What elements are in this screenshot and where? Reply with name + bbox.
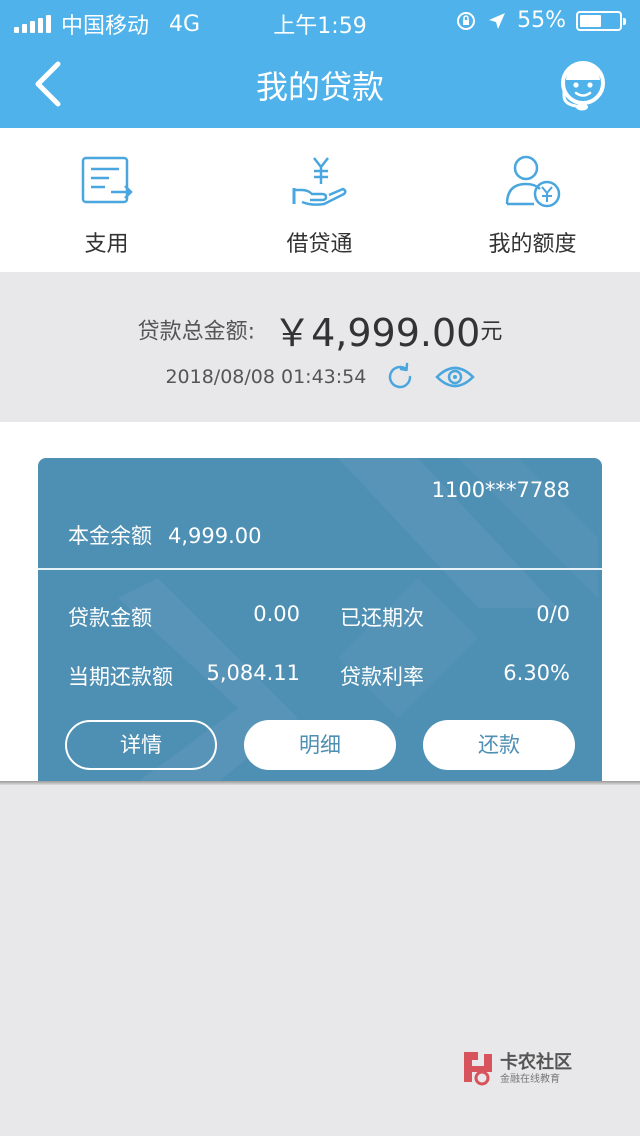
interest-rate-value: 6.30% — [503, 661, 570, 685]
eye-icon[interactable] — [434, 363, 475, 391]
repaid-periods-value: 0/0 — [536, 602, 570, 626]
current-payment-label: 当期还款额 — [68, 665, 173, 689]
details-button[interactable]: 详情 — [65, 720, 217, 770]
total-amount: ￥4,999.00 — [273, 311, 481, 355]
quick-action-drawdown[interactable]: 支用 — [0, 128, 213, 272]
quick-action-label: 我的额度 — [488, 232, 577, 257]
principal-balance: 本金余额 4,999.00 — [68, 520, 262, 550]
location-arrow-icon — [489, 12, 506, 29]
breakdown-button[interactable]: 明细 — [244, 720, 396, 770]
update-timestamp: 2018/08/08 01:43:54 — [165, 366, 367, 388]
quick-action-label: 借贷通 — [286, 232, 353, 257]
watermark: 卡农社区 金融在线教育 — [460, 1048, 590, 1088]
status-bar: 中国移动 4G 上午1:59 55% — [0, 0, 640, 40]
rotation-lock-icon — [457, 11, 476, 30]
battery-icon — [576, 10, 626, 31]
customer-service-icon[interactable] — [556, 58, 610, 112]
user-yuan-icon — [505, 155, 560, 208]
repaid-periods-label: 已还期次 — [340, 606, 424, 630]
loan-summary: 贷款总金额: ￥4,999.00元 2018/08/08 01:43:54 — [0, 272, 640, 422]
yuan-hand-icon — [292, 157, 347, 206]
interest-rate-label: 贷款利率 — [340, 665, 424, 689]
card-divider — [38, 568, 602, 570]
quick-action-label: 支用 — [84, 232, 129, 257]
quick-actions: 支用 借贷通 我的额度 — [0, 128, 640, 272]
account-number: 1100***7788 — [431, 478, 570, 502]
principal-value: 4,999.00 — [168, 524, 262, 548]
quick-action-my-quota[interactable]: 我的额度 — [426, 128, 639, 272]
repay-button[interactable]: 还款 — [423, 720, 575, 770]
principal-label: 本金余额 — [68, 524, 152, 548]
app-header: 中国移动 4G 上午1:59 55% 我的贷款 — [0, 0, 640, 128]
document-transfer-icon — [81, 156, 133, 204]
loan-card: 1100***7788 本金余额 4,999.00 贷款金额 0.00 已还期次 … — [38, 458, 602, 782]
watermark-subtitle: 金融在线教育 — [500, 1074, 560, 1085]
page-title: 我的贷款 — [255, 68, 384, 106]
current-payment-value: 5,084.11 — [206, 661, 300, 685]
refresh-icon[interactable] — [385, 362, 415, 392]
loan-amount-value: 0.00 — [253, 602, 300, 626]
watermark-logo-icon — [464, 1052, 492, 1086]
total-unit: 元 — [480, 319, 503, 345]
battery-percent: 55% — [517, 8, 566, 33]
loan-amount-label: 贷款金额 — [68, 606, 152, 630]
total-label: 贷款总金额: — [137, 319, 256, 345]
quick-action-loan-service[interactable]: 借贷通 — [213, 128, 426, 272]
